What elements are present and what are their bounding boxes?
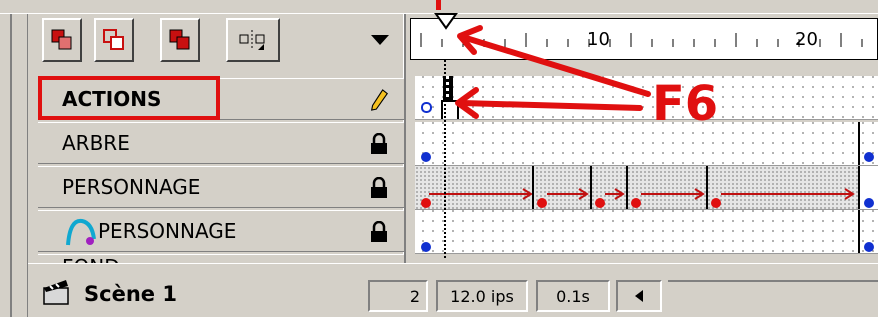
- frame-span-end: [858, 122, 860, 165]
- arrow-left-icon: [635, 290, 643, 302]
- keyframe[interactable]: [864, 242, 874, 252]
- keyframe[interactable]: [537, 198, 547, 208]
- annotation-f6: F6: [652, 76, 719, 132]
- scroll-left-button[interactable]: [616, 280, 662, 312]
- frame-grid: [415, 122, 878, 165]
- edit-multiple-frames-icon: [169, 29, 190, 50]
- scene-label[interactable]: Scène 1: [84, 282, 177, 306]
- edit-multiple-frames-button[interactable]: [160, 18, 200, 62]
- keyframe[interactable]: [711, 198, 721, 208]
- frame-grid: [415, 210, 878, 253]
- modify-onion-markers-icon: [239, 30, 265, 50]
- frame-grid: [415, 76, 878, 119]
- ruler-label-10: 10: [587, 29, 610, 50]
- motion-guide-icon: [66, 218, 96, 246]
- onion-skin-button[interactable]: [42, 18, 82, 62]
- ruler-label-20: 20: [795, 29, 818, 50]
- modify-onion-markers-button[interactable]: [226, 18, 280, 62]
- selection-highlight: [38, 76, 220, 120]
- keyframe[interactable]: [595, 198, 605, 208]
- layer-name-personnage-guide: PERSONNAGE: [98, 219, 237, 243]
- lock-icon[interactable]: [369, 133, 389, 155]
- horizontal-scrollbar[interactable]: [668, 280, 878, 312]
- onion-skin-outlines-icon: [103, 29, 124, 50]
- keyframe[interactable]: [421, 242, 431, 252]
- timeline-menu-button[interactable]: [362, 18, 398, 62]
- current-frame-field: 2: [368, 280, 428, 312]
- frames-row-actions[interactable]: [415, 76, 878, 120]
- layer-row-arbre[interactable]: ARBRE: [38, 122, 404, 164]
- onion-skin-outlines-button[interactable]: [94, 18, 134, 62]
- frames-row-personnage[interactable]: [415, 166, 878, 210]
- lock-icon[interactable]: [369, 221, 389, 243]
- layer-name-personnage: PERSONNAGE: [62, 175, 201, 199]
- scene-icon: [43, 280, 69, 305]
- layer-name-arbre: ARBRE: [62, 131, 130, 155]
- keyframe[interactable]: [421, 198, 431, 208]
- tween-arrows: [429, 166, 860, 209]
- frame-ruler[interactable]: 10 20: [410, 18, 878, 60]
- playhead-line: [444, 60, 446, 260]
- keyframe[interactable]: [864, 152, 874, 162]
- layer-row-personnage[interactable]: PERSONNAGE: [38, 166, 404, 208]
- frame-rate-field[interactable]: 12.0 ips: [436, 280, 528, 312]
- menu-dropdown-icon: [371, 35, 389, 45]
- left-scroll-track[interactable]: [0, 14, 28, 317]
- elapsed-time-field: 0.1s: [536, 280, 610, 312]
- keyframe[interactable]: [421, 152, 431, 162]
- frame-dash: [446, 76, 449, 100]
- keyframe[interactable]: [864, 198, 874, 208]
- frame-span-end: [858, 210, 860, 253]
- frames-row-arbre[interactable]: [415, 122, 878, 166]
- frames-row-personnage-guide[interactable]: [415, 210, 878, 254]
- lock-icon[interactable]: [369, 177, 389, 199]
- onion-skin-icon: [51, 29, 72, 50]
- playhead-top-mark: [436, 0, 441, 10]
- layer-row-personnage-guide[interactable]: PERSONNAGE: [38, 210, 404, 252]
- playhead-marker[interactable]: [434, 10, 458, 32]
- keyframe[interactable]: [631, 198, 641, 208]
- empty-keyframe[interactable]: [421, 102, 432, 113]
- pencil-icon[interactable]: [369, 89, 389, 111]
